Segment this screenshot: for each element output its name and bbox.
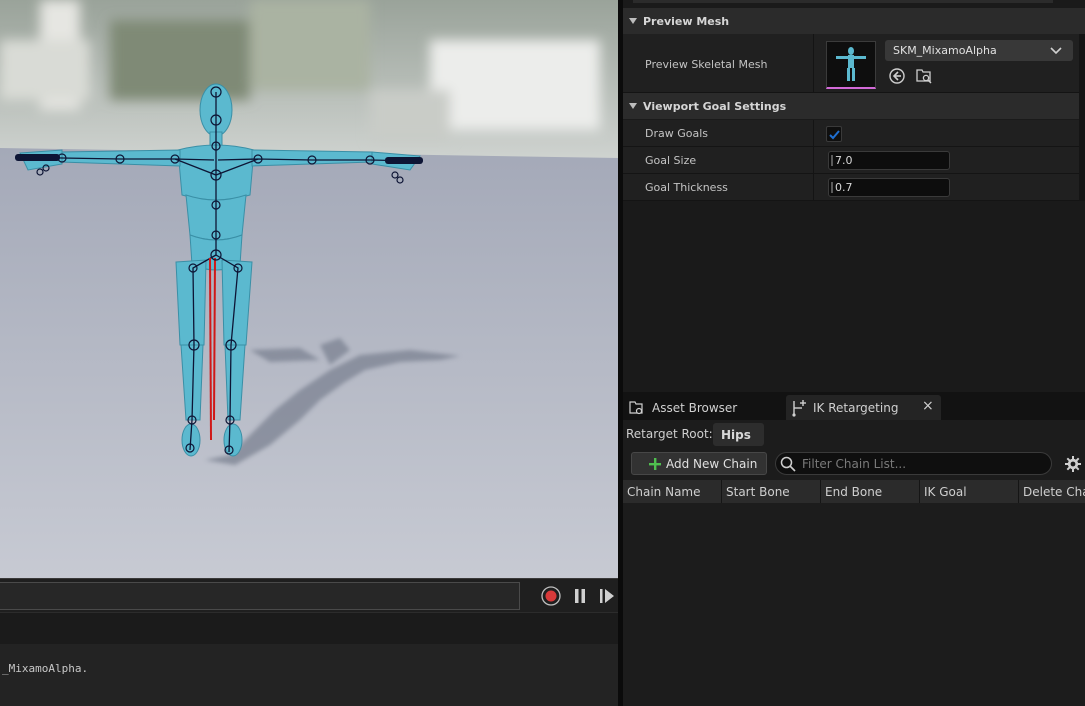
add-new-chain-button[interactable]: Add New Chain [631,452,767,475]
row-goal-thickness: Goal Thickness 0.7 [623,174,1085,201]
find-in-browser-icon[interactable] [915,67,933,85]
timeline-track[interactable] [0,582,520,610]
goal-thickness-label: Goal Thickness [645,181,728,194]
column-label: Start Bone [726,484,790,499]
preview-skeletal-mesh-label: Preview Skeletal Mesh [645,58,768,71]
console-header [0,612,618,645]
expand-arrow-icon [629,103,637,109]
draw-goals-label: Draw Goals [645,127,709,140]
column-start-bone[interactable]: Start Bone [722,480,821,503]
search-icon [780,456,796,472]
details-scrollbar[interactable] [1079,34,1085,201]
retarget-root-combo[interactable]: Hips [713,423,764,446]
chain-list [623,503,1085,706]
column-delete-chain[interactable]: Delete Cha [1019,480,1085,503]
tab-label: Asset Browser [652,400,738,415]
category-title: Preview Mesh [643,14,730,28]
column-chain-name[interactable]: Chain Name [623,480,722,503]
mannequin-thumbnail-icon [836,47,866,81]
column-label: End Bone [825,484,883,499]
retarget-root-label: Retarget Root: [626,427,713,441]
timeline-bar [0,578,618,613]
column-ik-goal[interactable]: IK Goal [920,480,1019,503]
filter-chain-placeholder: Filter Chain List... [802,456,907,471]
scroll-edge [633,0,1053,3]
browse-back-icon[interactable] [888,67,906,85]
filter-chain-input[interactable]: Filter Chain List... [775,452,1052,475]
step-forward-icon[interactable] [596,585,618,607]
details-panel: Preview Mesh Preview Skeletal Mesh SKM_M… [623,0,1085,392]
ik-retargeting-panel: Retarget Root: Hips Add New Chain Filter… [623,420,1085,706]
record-icon[interactable] [540,585,562,607]
viewport-scene [0,0,618,578]
tab-strip: Asset Browser IK Retargeting × [623,392,1085,420]
checkmark-icon [829,130,840,140]
category-title: Viewport Goal Settings [643,99,787,113]
close-tab-icon[interactable]: × [922,398,934,414]
column-label: Delete Cha [1023,484,1085,499]
viewport[interactable] [0,0,618,578]
skeletal-mesh-combo[interactable]: SKM_MixamoAlpha [885,40,1073,61]
row-draw-goals: Draw Goals [623,120,1085,147]
goal-thickness-input[interactable]: 0.7 [828,178,950,197]
row-goal-size: Goal Size 7.0 [623,147,1085,174]
category-preview-mesh[interactable]: Preview Mesh [623,8,1085,34]
mesh-thumbnail[interactable] [826,41,876,89]
row-preview-skeletal-mesh: Preview Skeletal Mesh SKM_MixamoAlpha [623,34,1085,93]
ik-retargeting-icon [792,399,806,417]
column-label: IK Goal [924,484,967,499]
column-end-bone[interactable]: End Bone [821,480,920,503]
tab-label: IK Retargeting [813,400,899,415]
goal-size-label: Goal Size [645,154,697,167]
add-new-chain-label: Add New Chain [666,456,758,471]
retarget-root-value: Hips [721,427,751,442]
plus-icon [649,457,661,470]
output-log-line: _MixamoAlpha. [2,662,89,675]
tab-ik-retargeting[interactable]: IK Retargeting × [786,395,941,420]
output-log: _MixamoAlpha. [0,644,618,706]
expand-arrow-icon [629,18,637,24]
chevron-down-icon [1050,47,1062,55]
pause-icon[interactable] [569,585,591,607]
category-viewport-goal-settings[interactable]: Viewport Goal Settings [623,93,1085,119]
tab-asset-browser[interactable]: Asset Browser [625,395,783,420]
goal-size-input[interactable]: 7.0 [828,151,950,170]
asset-browser-icon [629,400,643,414]
column-label: Chain Name [627,484,701,499]
skeletal-mesh-value: SKM_MixamoAlpha [893,44,997,57]
settings-gear-icon[interactable] [1064,455,1082,473]
draw-goals-checkbox[interactable] [826,126,842,142]
